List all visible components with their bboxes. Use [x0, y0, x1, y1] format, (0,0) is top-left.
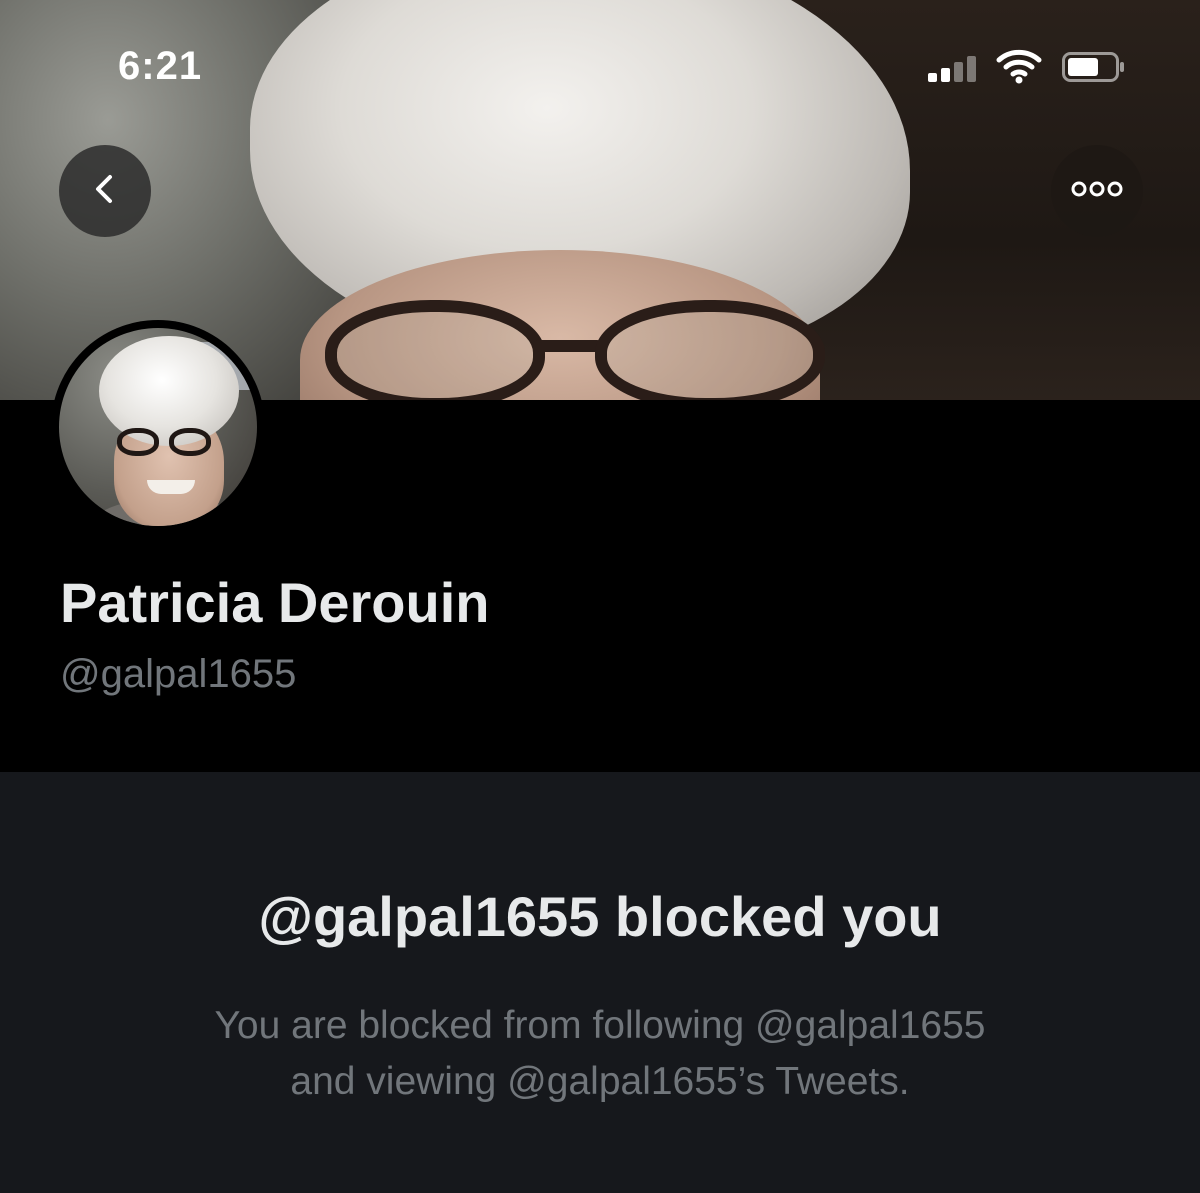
back-button[interactable] [59, 145, 151, 237]
profile-display-name: Patricia Derouin [60, 571, 490, 634]
cellular-signal-icon [928, 56, 982, 82]
banner-glasses [315, 300, 835, 400]
banner-lens-right [595, 300, 825, 400]
banner-glasses-bridge [533, 340, 603, 352]
avatar[interactable] [59, 328, 257, 526]
banner-lens-left [325, 300, 545, 400]
more-horizontal-icon [1071, 179, 1123, 204]
wifi-icon [995, 48, 1043, 84]
status-time: 6:21 [118, 44, 203, 88]
blocked-notice-title: @galpal1655 blocked you [258, 885, 942, 948]
blocked-notice-panel: @galpal1655 blocked you You are blocked … [0, 772, 1200, 1193]
more-options-button[interactable] [1051, 145, 1143, 237]
blocked-notice-line-1: You are blocked from following @galpal16… [214, 1004, 986, 1047]
status-bar: 6:21 [0, 0, 1200, 140]
chevron-left-icon [85, 169, 125, 214]
battery-icon [1062, 52, 1126, 82]
profile-handle: @galpal1655 [60, 652, 297, 696]
blocked-notice-line-2: and viewing @galpal1655’s Tweets. [290, 1060, 910, 1103]
blocked-notice-description: You are blocked from following @galpal16… [0, 998, 1200, 1110]
